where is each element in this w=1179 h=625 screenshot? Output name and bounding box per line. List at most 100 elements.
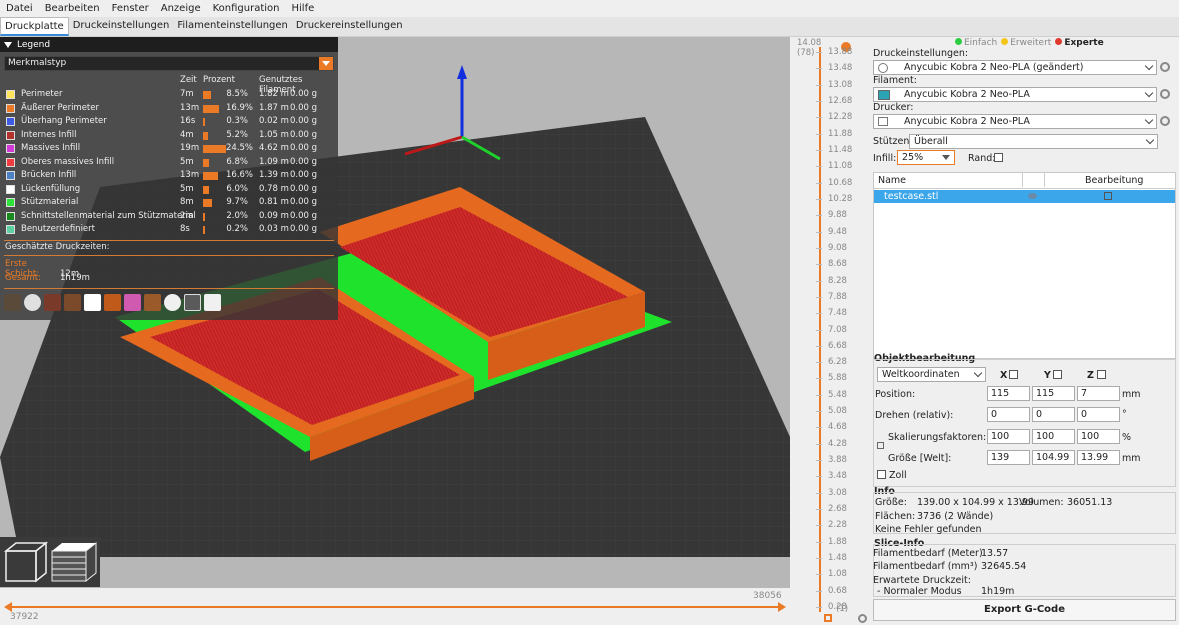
axis-y-icon[interactable] (1053, 370, 1062, 379)
eye-icon[interactable] (1028, 193, 1037, 199)
vslider-tick-label: 2.28 (828, 520, 847, 531)
vslider-tick-label: 13.88 (828, 47, 853, 57)
rotate-y-input[interactable]: 0 (1032, 407, 1075, 422)
menu-anzeige[interactable]: Anzeige (155, 3, 207, 14)
legend-row[interactable]: Benutzerdefiniert 8s 0.2% 0.03 m 0.00 g (0, 223, 338, 237)
edit-icon[interactable] (1104, 192, 1112, 200)
mode-advanced-label: Erweitert (1010, 38, 1052, 48)
deretraction-icon[interactable] (64, 294, 81, 311)
horizontal-slider[interactable]: 38056 37922 (0, 588, 790, 625)
layers-view-icon[interactable] (51, 541, 97, 583)
lock-icon[interactable] (877, 442, 884, 449)
legend-row[interactable]: Äußerer Perimeter 13m 16.9% 1.87 m 0.00 g (0, 102, 338, 116)
legend-row[interactable]: Perimeter 7m 8.5% 1.82 m 0.00 g (0, 88, 338, 102)
menu-konfiguration[interactable]: Konfiguration (207, 3, 286, 14)
brim-checkbox[interactable] (994, 153, 1003, 162)
chevron-down-icon[interactable] (319, 57, 333, 70)
filament-combo[interactable]: Anycubic Kobra 2 Neo-PLA (873, 87, 1157, 102)
mode-simple-label: Einfach (964, 38, 998, 48)
settings-gear-icon[interactable] (858, 614, 867, 623)
scale-unit: % (1122, 432, 1132, 443)
axis-z-icon[interactable] (1097, 370, 1106, 379)
legend-row-time: 7m (180, 89, 194, 99)
vslider-tick-label: 1.48 (828, 553, 847, 564)
right-thumb-icon[interactable] (776, 600, 788, 614)
scale-x-input[interactable]: 100 (987, 429, 1030, 444)
legend-row-name: Überhang Perimeter (21, 116, 107, 126)
vslider-tick-mark (816, 182, 822, 184)
size-z-input[interactable]: 13.99 (1077, 450, 1120, 465)
object-cube-icon[interactable] (184, 294, 201, 311)
print-settings-combo[interactable]: Anycubic Kobra 2 Neo-PLA (geändert) (873, 60, 1157, 75)
menu-datei[interactable]: Datei (0, 3, 39, 14)
legend-row[interactable]: Internes Infill 4m 5.2% 1.05 m 0.00 g (0, 129, 338, 143)
size-y-input[interactable]: 104.99 (1032, 450, 1075, 465)
menu-hilfe[interactable]: Hilfe (286, 3, 321, 14)
printer-combo[interactable]: Anycubic Kobra 2 Neo-PLA (873, 114, 1157, 129)
vslider-tick-mark (816, 117, 822, 119)
infill-combo[interactable]: 25% (897, 150, 955, 165)
legend-row[interactable]: Überhang Perimeter 16s 0.3% 0.02 m 0.00 g (0, 115, 338, 129)
vslider-tick-label: 11.88 (828, 128, 853, 139)
tab-druckplatte[interactable]: Druckplatte (0, 17, 69, 36)
size-x-input[interactable]: 139 (987, 450, 1030, 465)
collapse-triangle-icon[interactable] (4, 41, 12, 48)
legend-row[interactable]: Massives Infill 19m 24.5% 4.62 m 0.00 g (0, 142, 338, 156)
vslider-tick-mark (816, 427, 822, 429)
position-y-input[interactable]: 115 (1032, 386, 1075, 401)
travel-icon[interactable] (4, 294, 21, 311)
mode-simple[interactable]: Einfach (955, 38, 997, 48)
mode-advanced[interactable]: Erweitert (1001, 38, 1051, 48)
pause-icon[interactable] (144, 294, 161, 311)
legend-row-name: Lückenfüllung (21, 183, 81, 194)
retraction-icon[interactable] (44, 294, 61, 311)
tool-marker-icon[interactable] (204, 294, 221, 311)
coord-system-combo[interactable]: Weltkoordinaten (877, 367, 986, 382)
vslider-tick-label: 11.48 (828, 144, 853, 155)
tab-filamenteinstellungen[interactable]: Filamenteinstellungen (173, 17, 291, 36)
supports-combo[interactable]: Überall (909, 134, 1158, 149)
position-x-input[interactable]: 115 (987, 386, 1030, 401)
export-gcode-button[interactable]: Export G-Code (873, 599, 1176, 621)
tab-druckereinstellungen[interactable]: Druckereinstellungen (292, 17, 407, 36)
position-z-input[interactable]: 7 (1077, 386, 1120, 401)
inch-checkbox[interactable] (877, 470, 886, 479)
col-edit: Bearbeitung (1085, 175, 1144, 186)
legend-row[interactable]: Oberes massives Infill 5m 6.8% 1.09 m 0.00 g (0, 156, 338, 170)
view-type-select[interactable]: Merkmalstyp (4, 56, 334, 71)
filament-gear-icon[interactable] (1160, 89, 1170, 99)
3d-view-cube-icon[interactable] (3, 541, 49, 583)
legend-row[interactable]: Stützmaterial 8m 9.7% 0.81 m 0.00 g (0, 196, 338, 210)
scale-y-input[interactable]: 100 (1032, 429, 1075, 444)
legend-row[interactable]: Lückenfüllung 5m 6.0% 0.78 m 0.00 g (0, 183, 338, 197)
legend-row-percent: 0.2% (226, 224, 248, 234)
inch-label: Zoll (889, 470, 907, 481)
scale-z-input[interactable]: 100 (1077, 429, 1120, 444)
legend-swatch (6, 90, 15, 99)
wipe-icon[interactable] (24, 294, 41, 311)
custom-gcode-icon[interactable] (164, 294, 181, 311)
vertical-layer-slider[interactable]: 14.08 (78) 13.88 13.48 13.08 12.68 12.28 11.8… (790, 37, 868, 625)
rotate-x-input[interactable]: 0 (987, 407, 1030, 422)
seam-icon[interactable] (84, 294, 101, 311)
mode-expert[interactable]: Experte (1055, 38, 1104, 48)
tab-druckeinstellungen[interactable]: Druckeinstellungen (69, 17, 174, 36)
axis-x-icon[interactable] (1009, 370, 1018, 379)
printer-gear-icon[interactable] (1160, 116, 1170, 126)
horizontal-slider-track[interactable] (6, 606, 782, 608)
legend-row-time: 8m (180, 197, 194, 207)
menu-bearbeiten[interactable]: Bearbeiten (39, 3, 106, 14)
legend-row[interactable]: Brücken Infill 13m 16.6% 1.39 m 0.00 g (0, 169, 338, 183)
tool-change-icon[interactable] (104, 294, 121, 311)
legend-row[interactable]: Schnittstellenmaterial zum Stützmaterial… (0, 210, 338, 224)
color-change-icon[interactable] (124, 294, 141, 311)
legend-row-weight: 0.00 g (290, 197, 318, 207)
menu-fenster[interactable]: Fenster (106, 3, 155, 14)
object-row[interactable]: testcase.stl (874, 190, 1175, 203)
legend-header[interactable]: Legend (0, 37, 338, 52)
coord-system-value: Weltkoordinaten (882, 369, 960, 380)
print-settings-gear-icon[interactable] (1160, 62, 1170, 72)
lock-icon[interactable] (824, 614, 832, 622)
rotate-z-input[interactable]: 0 (1077, 407, 1120, 422)
vslider-bottom-count: (1) (836, 604, 849, 614)
